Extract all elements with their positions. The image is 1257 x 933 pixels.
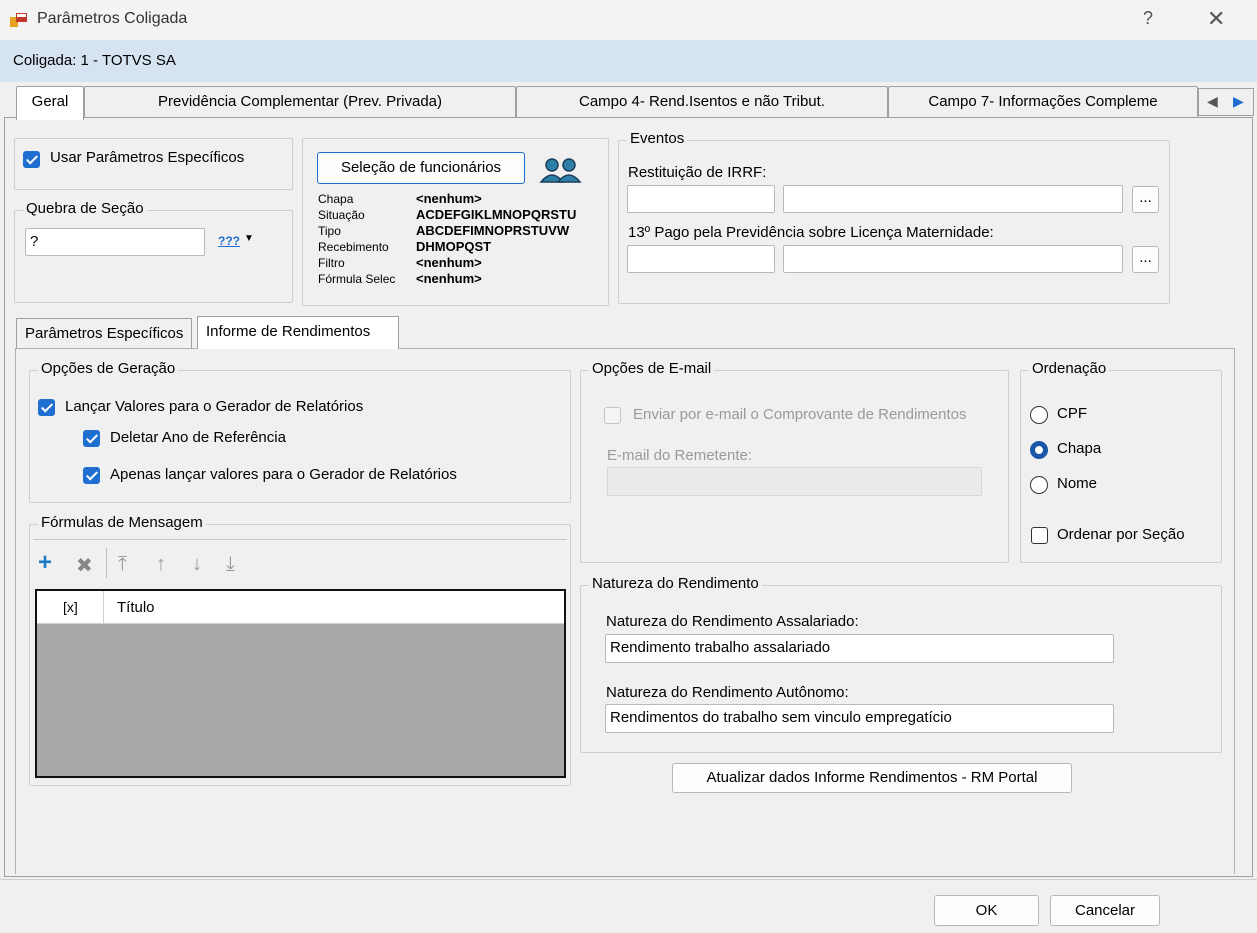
tab-campo7[interactable]: Campo 7- Informações Compleme (888, 86, 1198, 118)
move-top-icon[interactable]: ⤒ (118, 553, 127, 576)
ok-button[interactable]: OK (934, 895, 1039, 926)
ordenacao-legend: Ordenação (1029, 360, 1110, 377)
subtab-parametros-especificos[interactable]: Parâmetros Específicos (16, 318, 193, 348)
selecao-details: Chapa <nenhum> Situação ACDEFGIKLMNOPQRS… (318, 192, 608, 302)
lancar-valores-label: Lançar Valores para o Gerador de Relatór… (65, 398, 364, 415)
restituicao-code-input[interactable] (627, 185, 775, 213)
natureza-legend: Natureza do Rendimento (589, 575, 762, 592)
selecao-row-value: <nenhum> (416, 271, 482, 286)
coligada-band: Coligada: 1 - TOTVS SA (0, 40, 1257, 82)
selecao-row-value: ABCDEFIMNOPRSTUVW (416, 223, 570, 238)
remetente-label: E-mail do Remetente: (607, 447, 753, 464)
tab-scroll-buttons: ◀ ▶ (1198, 88, 1254, 116)
remetente-input[interactable] (607, 467, 982, 496)
opcoes-email-legend: Opções de E-mail (589, 360, 715, 377)
radio-chapa[interactable] (1030, 441, 1048, 459)
usar-parametros-label: Usar Parâmetros Específicos (50, 149, 245, 166)
tab-scroll-right-icon[interactable]: ▶ (1233, 93, 1244, 110)
selecao-row-label: Situação (318, 208, 365, 222)
move-bottom-icon[interactable]: ⤓ (226, 553, 235, 576)
quebra-secao-lookup-button[interactable]: ??? ▼ (212, 228, 258, 256)
decimo-label: 13º Pago pela Previdência sobre Licença … (628, 224, 994, 241)
radio-nome-label: Nome (1057, 475, 1098, 492)
quebra-secao-legend: Quebra de Seção (23, 200, 147, 217)
tab-campo4[interactable]: Campo 4- Rend.Isentos e não Tribut. (516, 86, 888, 118)
formulas-grid[interactable]: [x] Título (35, 589, 566, 778)
enviar-email-checkbox[interactable] (604, 407, 621, 424)
quebra-secao-input[interactable]: ? (25, 228, 205, 256)
apenas-lancar-checkbox[interactable] (83, 467, 100, 484)
radio-chapa-label: Chapa (1057, 440, 1102, 457)
formulas-legend: Fórmulas de Mensagem (38, 514, 206, 531)
selecao-funcionarios-button[interactable]: Seleção de funcionários (317, 152, 525, 184)
natureza-autonomo-input[interactable]: Rendimentos do trabalho sem vinculo empr… (605, 704, 1114, 733)
dropdown-arrow-icon: ▼ (244, 233, 254, 244)
grid-header: [x] Título (37, 591, 564, 624)
tab-previdencia[interactable]: Previdência Complementar (Prev. Privada) (84, 86, 516, 118)
app-icon (10, 13, 27, 27)
help-button[interactable]: ? (1143, 8, 1153, 29)
radio-cpf-label: CPF (1057, 405, 1087, 422)
tab-scroll-left-icon[interactable]: ◀ (1207, 93, 1218, 110)
selecao-row-label: Filtro (318, 256, 345, 270)
selecao-row-value: DHMOPQST (416, 239, 492, 254)
selecao-row-label: Chapa (318, 192, 354, 206)
eventos-legend: Eventos (627, 130, 688, 147)
grid-header-check[interactable]: [x] (37, 591, 104, 624)
atualizar-button[interactable]: Atualizar dados Informe Rendimentos - RM… (672, 763, 1072, 793)
enviar-email-label: Enviar por e-mail o Comprovante de Rendi… (633, 406, 967, 423)
restituicao-desc-input[interactable] (783, 185, 1123, 213)
selecao-row-value: <nenhum> (416, 255, 482, 270)
move-down-icon[interactable]: ↓ (192, 553, 202, 576)
add-icon[interactable]: + (38, 549, 52, 577)
quebra-secao-group: Quebra de Seção (14, 200, 293, 303)
move-up-icon[interactable]: ↑ (156, 553, 166, 576)
radio-cpf[interactable] (1030, 406, 1048, 424)
selecao-row-label: Fórmula Selec (318, 272, 396, 286)
natureza-autonomo-label: Natureza do Rendimento Autônomo: (606, 684, 849, 701)
decimo-lookup-button[interactable]: ... (1132, 246, 1159, 273)
close-button[interactable]: ✕ (1207, 6, 1225, 32)
deletar-ano-label: Deletar Ano de Referência (110, 429, 286, 446)
opcoes-geracao-legend: Opções de Geração (38, 360, 179, 377)
deletar-ano-checkbox[interactable] (83, 430, 100, 447)
selecao-row-value: <nenhum> (416, 192, 482, 206)
cancel-button[interactable]: Cancelar (1050, 895, 1160, 926)
delete-icon[interactable]: ✖ (76, 553, 93, 578)
selecao-row-label: Tipo (318, 224, 341, 238)
restituicao-label: Restituição de IRRF: (628, 164, 767, 181)
restituicao-lookup-button[interactable]: ... (1132, 186, 1159, 213)
window-title: Parâmetros Coligada (37, 10, 188, 27)
grid-header-titulo[interactable]: Título (117, 599, 155, 616)
natureza-assalariado-label: Natureza do Rendimento Assalariado: (606, 613, 859, 630)
decimo-desc-input[interactable] (783, 245, 1123, 273)
selecao-row-value: ACDEFGIKLMNOPQRSTU (416, 207, 577, 222)
selecao-row-label: Recebimento (318, 240, 389, 254)
coligada-label: Coligada: 1 - TOTVS SA (13, 52, 176, 69)
people-icon (539, 158, 582, 183)
natureza-assalariado-input[interactable]: Rendimento trabalho assalariado (605, 634, 1114, 663)
apenas-lancar-label: Apenas lançar valores para o Gerador de … (110, 466, 457, 483)
ordenar-secao-label: Ordenar por Seção (1057, 526, 1185, 543)
formulas-toolbar-divider (33, 539, 567, 540)
toolbar-separator (106, 548, 107, 578)
ordenar-secao-checkbox[interactable] (1031, 527, 1048, 544)
lancar-valores-checkbox[interactable] (38, 399, 55, 416)
tab-geral[interactable]: Geral (16, 86, 84, 120)
usar-parametros-checkbox[interactable] (23, 151, 40, 168)
subtab-informe-rendimentos[interactable]: Informe de Rendimentos (197, 316, 399, 349)
title-bar: Parâmetros Coligada ? ✕ (0, 0, 1257, 40)
radio-nome[interactable] (1030, 476, 1048, 494)
decimo-code-input[interactable] (627, 245, 775, 273)
